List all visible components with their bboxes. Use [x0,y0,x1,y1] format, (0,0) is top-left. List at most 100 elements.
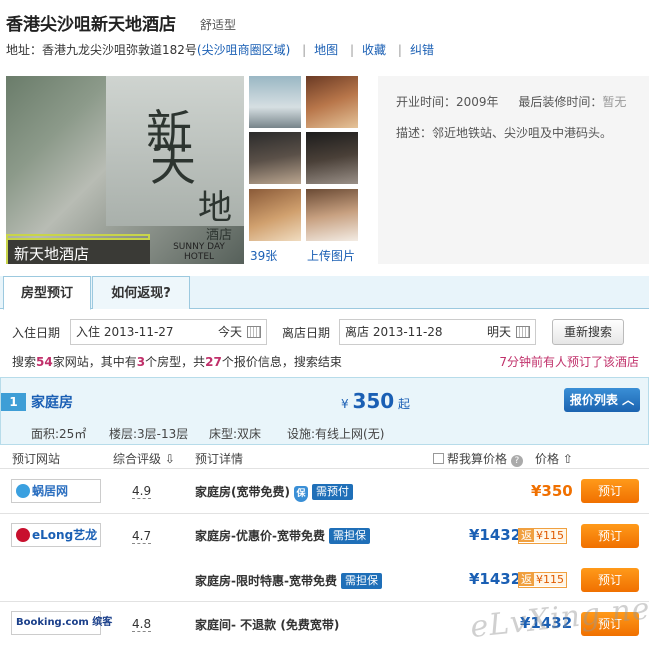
room-min-price: ¥ 350 起 [341,389,410,413]
thumbnail[interactable] [249,132,301,184]
sunny-text: SUNNY DAY HOTEL [173,242,225,262]
address-row: 地址：香港九龙尖沙咀弥敦道182号(尖沙咀商圈区域) | 地图 | 收藏 | 纠错 [6,43,434,57]
prepay-tag: 需预付 [311,484,353,500]
guarantee-tag: 需担保 [328,528,370,544]
main-photo[interactable]: 新 天 地 酒店 新天地酒店 SUNNY DAY HOTEL [6,76,244,264]
wojuwang-logo-icon [16,484,30,498]
sign-sub: 酒店 [206,228,233,243]
description: 描述：邻近地铁站、尖沙咀及中港码头。 [396,124,612,141]
elong-logo-icon [16,528,30,542]
checkbox[interactable] [433,453,444,464]
checkin-label: 入住日期 [12,326,61,340]
deal-text: 家庭房(宽带免费) [195,485,290,499]
date-search-row: 入住日期 入住 2013-11-27 今天 离店日期 离店 2013-11-28… [0,317,649,345]
checkin-input[interactable]: 入住 2013-11-27 今天 [70,319,267,345]
cashback-badge: 返 ¥115 [518,572,567,588]
calendar-icon[interactable] [516,326,530,338]
calc-price-toggle[interactable]: 帮我算价格 ? [433,450,523,467]
help-icon[interactable]: ? [510,455,523,467]
photo-count-link[interactable]: 39张 [250,247,277,264]
price-list-button[interactable]: 报价列表 ︿ [564,388,640,412]
room-specs: 面积:25㎡ 楼层:3层-13层 床型:双床 设施:有线上网(无) [0,421,649,445]
research-button[interactable]: 重新搜索 [552,319,624,345]
thumbnail[interactable] [249,189,301,241]
opened-value: 2009年 [456,95,499,109]
thumbnail[interactable] [306,76,358,128]
book-button[interactable]: 预订 [581,524,639,548]
thumbnail[interactable] [306,132,358,184]
checkin-relative: 今天 [217,325,242,339]
hotel-info-box: 开业时间：2009年 最后装修时间：暂无 描述：邻近地铁站、尖沙咀及中港码头。 [378,76,649,264]
recent-booking-notice: 7分钟前有人预订了该酒店 [499,355,639,369]
offer-score[interactable]: 4.9 [132,484,152,499]
deal-text: 家庭房-优惠价-宽带免费 [195,529,325,543]
sign-image: 新 天 地 酒店 [106,76,244,243]
offer-price: ¥350 [531,482,573,500]
currency: ¥ [341,397,349,411]
upload-photo-link[interactable]: 上传图片 [307,247,355,264]
offer-price: ¥1432 [469,526,522,544]
map-link[interactable]: 地图 [314,43,338,57]
cashback-badge: 返 ¥115 [518,528,567,544]
cashback-label: 返 [519,573,534,586]
summary-part: 个报价信息，搜索结束 [221,355,342,369]
offer-price: ¥1432 [469,570,522,588]
offer-score[interactable]: 4.7 [132,529,152,544]
watermark: eLvXing.net [468,589,649,646]
renovated-label: 最后装修时间： [518,95,603,109]
thumbnail[interactable] [306,189,358,241]
sign-char-3: 地 [198,188,232,228]
site-logo[interactable]: Booking.com 缤客 [11,611,112,635]
small-sign: 新天地酒店 [8,238,150,264]
col-detail: 预订详情 [195,452,244,466]
report-error-link[interactable]: 纠错 [410,43,434,57]
site-logo[interactable]: 蜗居网 [11,479,101,503]
opened-label: 开业时间： [396,95,457,109]
hotel-name: 香港尖沙咀新天地酒店 [6,15,176,35]
book-button[interactable]: 预订 [581,479,639,503]
cashback-label: 返 [519,529,534,542]
favorite-link[interactable]: 收藏 [362,43,386,57]
tab-cashback[interactable]: 如何返现? [92,276,190,309]
offer-detail[interactable]: 家庭房-限时特惠-宽带免费 需担保 [195,572,382,589]
offer-detail[interactable]: 家庭间- 不退款 (免费宽带) [195,616,339,633]
small-sign-text: 新天地酒店 [14,245,90,263]
offer-score[interactable]: 4.8 [132,617,152,632]
deal-text: 家庭房-限时特惠-宽带免费 [195,574,337,588]
sign-char-2: 天 [150,137,196,191]
col-site: 预订网站 [12,452,61,466]
checkout-input[interactable]: 离店 2013-11-28 明天 [339,319,536,345]
offer-count: 27 [205,355,222,369]
row-separator [0,513,649,514]
col-price[interactable]: 价格 ⇧ [535,450,573,467]
site-name: eLong艺龙 [32,528,98,542]
spec-area: 面积:25㎡ [31,427,87,441]
site-count: 54 [36,355,53,369]
room-header: 1 家庭房 ¥ 350 起 报价列表 ︿ [0,377,649,421]
address-text: 地址：香港九龙尖沙咀弥敦道182号 [6,43,197,57]
spec-facility: 设施:有线上网(无) [287,427,385,441]
room-count: 3 [136,355,146,369]
room-name[interactable]: 家庭房 [31,392,73,412]
price-suffix: 起 [398,397,411,411]
offer-detail[interactable]: 家庭房(宽带免费) 保需预付 [195,483,353,502]
area-link[interactable]: (尖沙咀商圈区域) [197,43,290,57]
tab-room-booking[interactable]: 房型预订 [3,276,91,310]
calc-label: 帮我算价格 [447,452,508,466]
checkin-value: 入住 2013-11-27 [76,325,174,339]
open-info: 开业时间：2009年 最后装修时间：暂无 [396,93,626,110]
col-rating[interactable]: 综合评级 ⇩ [113,450,175,467]
search-summary: 搜索54家网站，其中有3个房型，共27个报价信息，搜索结束 [12,353,342,370]
site-name: 蜗居网 [32,484,69,498]
cashback-amount: ¥115 [534,529,566,542]
renovated-value: 暂无 [602,95,627,109]
book-button[interactable]: 预订 [581,568,639,592]
site-logo[interactable]: eLong艺龙 [11,523,101,547]
offers-column-header: 预订网站 综合评级 ⇩ 预订详情 帮我算价格 ? 价格 ⇧ [0,445,649,469]
desc-value: 邻近地铁站、尖沙咀及中港码头。 [432,126,613,140]
thumbnail[interactable] [249,76,301,128]
offer-detail[interactable]: 家庭房-优惠价-宽带免费 需担保 [195,527,370,544]
desc-label: 描述： [396,126,433,140]
guarantee-shield-icon: 保 [293,486,308,502]
calendar-icon[interactable] [247,326,261,338]
